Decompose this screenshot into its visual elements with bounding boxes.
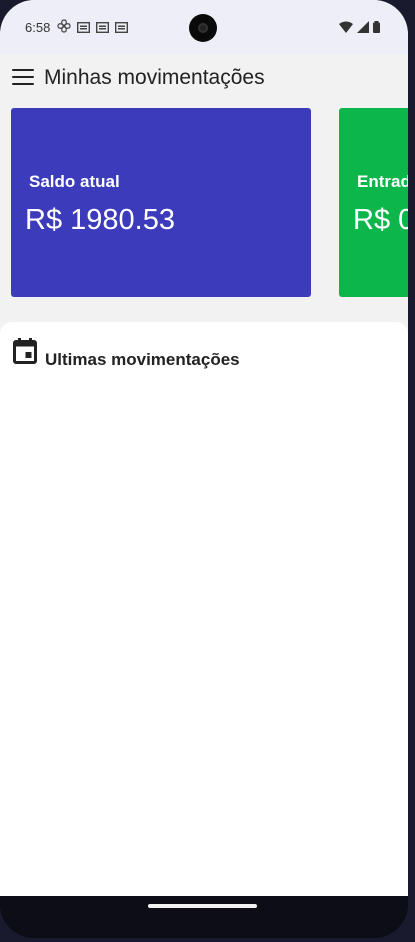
income-card-label: Entrad [357,172,408,191]
income-card[interactable]: Entrad R$ 0 [339,108,408,297]
device-frame: 6:58 Minhas movimentações Saldo atual R$… [0,0,408,938]
recent-transactions-panel: Ultimas movimentações [0,322,408,896]
balance-card-value: R$ 1980.53 [25,204,175,236]
wifi-icon [339,20,353,38]
page-title: Minhas movimentações [44,66,265,89]
notification-icon [114,20,129,38]
battery-icon [373,20,380,38]
recent-transactions-title: Ultimas movimentações [45,350,240,369]
fan-icon [57,19,71,38]
notification-icon [76,20,91,38]
camera-cutout [189,14,217,42]
signal-icon [357,20,369,38]
balance-card[interactable]: Saldo atual R$ 1980.53 [11,108,311,297]
menu-icon[interactable] [12,69,34,87]
balance-card-label: Saldo atual [29,172,120,191]
navigation-bar [0,896,408,938]
screen: 6:58 Minhas movimentações Saldo atual R$… [0,0,408,896]
home-indicator[interactable] [148,904,257,908]
income-card-value: R$ 0 [353,204,408,236]
status-notification-icons [57,19,129,38]
status-time: 6:58 [25,20,51,35]
status-system-icons [339,20,380,38]
app-bar: Minhas movimentações [0,54,408,104]
summary-cards-carousel[interactable]: Saldo atual R$ 1980.53 Entrad R$ 0 [0,108,408,298]
calendar-icon [13,338,37,364]
status-bar: 6:58 [0,0,408,54]
notification-icon [95,20,110,38]
